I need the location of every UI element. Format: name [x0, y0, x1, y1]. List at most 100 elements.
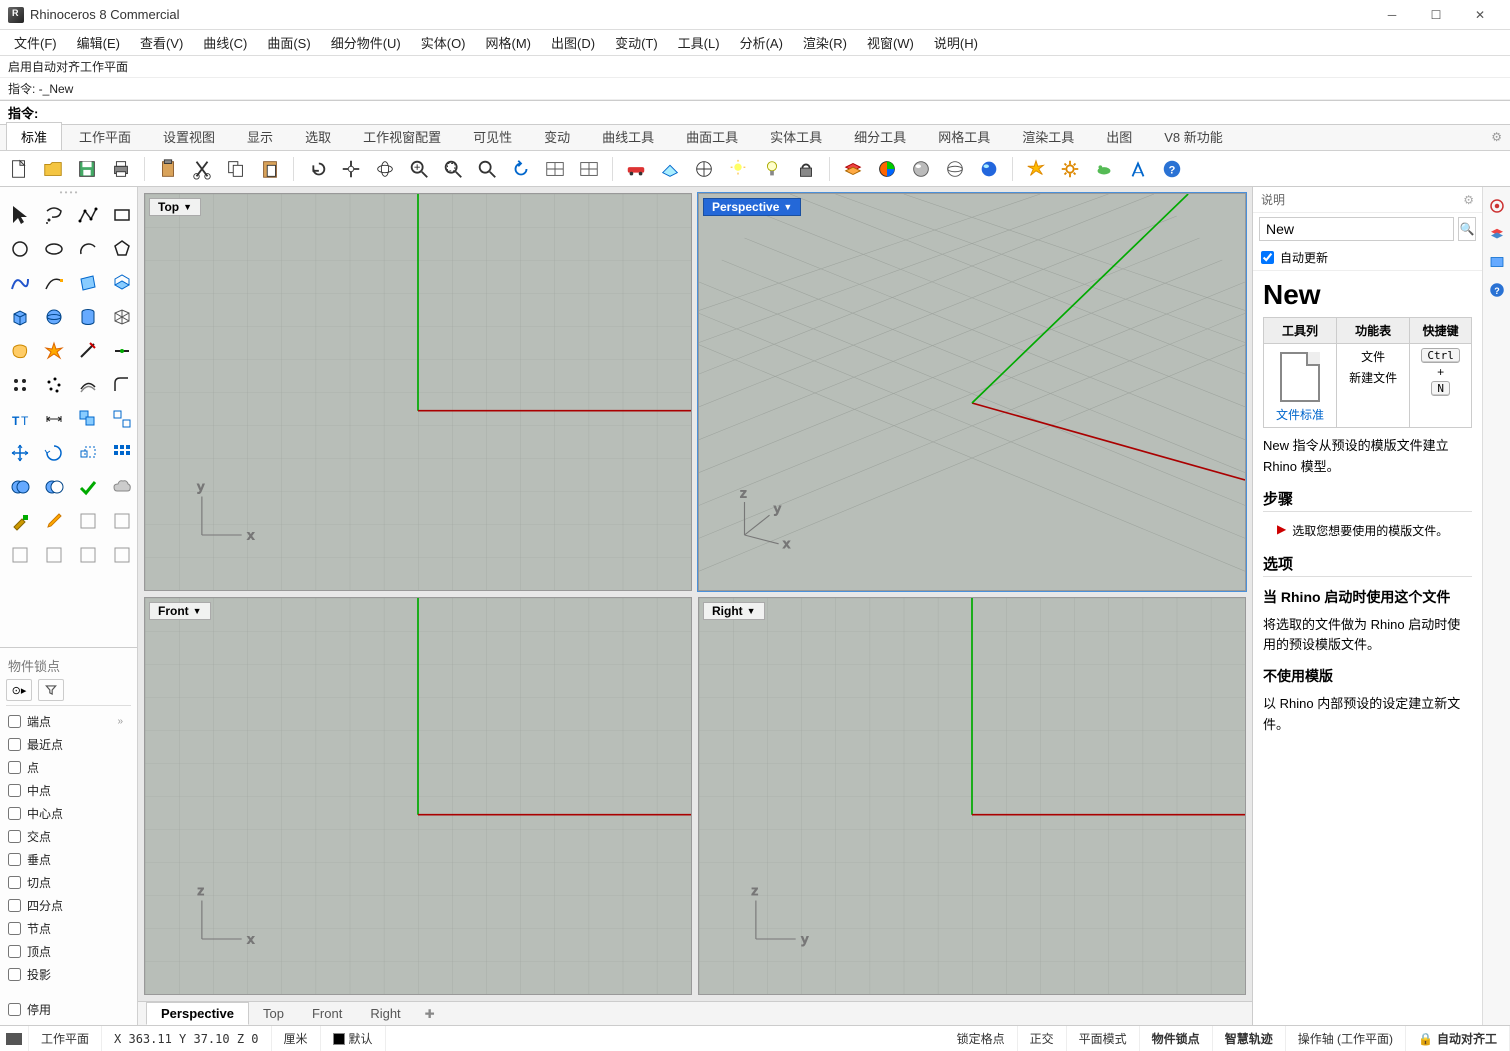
close-button[interactable]: ✕: [1458, 1, 1502, 29]
toolbar-settings-gear-icon[interactable]: ⚙: [1491, 130, 1502, 144]
menu-item[interactable]: 分析(A): [730, 30, 793, 55]
join-tool[interactable]: [106, 335, 138, 367]
viewport-title-right[interactable]: Right▼: [703, 602, 765, 620]
car-icon-button[interactable]: [621, 154, 651, 184]
copy-button[interactable]: [221, 154, 251, 184]
status-toggle[interactable]: 正交: [1018, 1026, 1067, 1051]
tool-button[interactable]: [4, 539, 36, 571]
toolbar-tab[interactable]: 可见性: [458, 122, 527, 150]
cut-button[interactable]: [187, 154, 217, 184]
scale-tool[interactable]: [72, 437, 104, 469]
ellipse-tool[interactable]: [38, 233, 70, 265]
pointer-tool[interactable]: [4, 199, 36, 231]
help-auto-update-checkbox[interactable]: 自动更新: [1253, 245, 1482, 271]
viewport-right[interactable]: Right▼ yz: [698, 597, 1246, 995]
cplane-button[interactable]: [655, 154, 685, 184]
menu-item[interactable]: 说明(H): [924, 30, 988, 55]
zoom-extents-button[interactable]: [472, 154, 502, 184]
osnap-item[interactable]: 中心点: [6, 802, 131, 825]
view-tab[interactable]: Right: [356, 1003, 414, 1024]
status-cplane[interactable]: 工作平面: [29, 1026, 102, 1051]
point-light-button[interactable]: [723, 154, 753, 184]
surface-tool[interactable]: [72, 267, 104, 299]
viewport-title-perspective[interactable]: Perspective▼: [703, 198, 801, 216]
layers-panel-icon[interactable]: [1486, 223, 1508, 245]
maximize-button[interactable]: ☐: [1414, 1, 1458, 29]
extrude-tool[interactable]: [106, 267, 138, 299]
point-tool[interactable]: [4, 369, 36, 401]
sphere-tool[interactable]: [38, 301, 70, 333]
toolbar-tab[interactable]: 曲面工具: [671, 122, 753, 150]
menu-item[interactable]: 编辑(E): [67, 30, 130, 55]
curve2-tool[interactable]: [38, 267, 70, 299]
menu-item[interactable]: 工具(L): [668, 30, 730, 55]
print-button[interactable]: [106, 154, 136, 184]
rectangle-tool[interactable]: [106, 199, 138, 231]
gripper-icon[interactable]: • • • •: [0, 187, 137, 197]
properties-panel-icon[interactable]: [1486, 195, 1508, 217]
help-button[interactable]: ?: [1157, 154, 1187, 184]
subd-tool[interactable]: [4, 335, 36, 367]
ungroup-tool[interactable]: [106, 403, 138, 435]
undo-view-button[interactable]: [506, 154, 536, 184]
menu-item[interactable]: 出图(D): [541, 30, 605, 55]
status-toggle[interactable]: 🔒自动对齐工: [1406, 1026, 1510, 1051]
toolbar-tab[interactable]: 实体工具: [755, 122, 837, 150]
viewport-title-front[interactable]: Front▼: [149, 602, 211, 620]
cylinder-tool[interactable]: [72, 301, 104, 333]
array-tool[interactable]: [106, 437, 138, 469]
viewport-perspective[interactable]: Perspective▼ xyz: [698, 193, 1246, 591]
toolbar-tab[interactable]: 变动: [529, 122, 585, 150]
fillet-tool[interactable]: [106, 369, 138, 401]
pan-button[interactable]: [336, 154, 366, 184]
menu-item[interactable]: 网格(M): [476, 30, 542, 55]
new-file-button[interactable]: [4, 154, 34, 184]
osnap-item[interactable]: 点: [6, 756, 131, 779]
render-button[interactable]: [974, 154, 1004, 184]
cloud-tool[interactable]: [106, 471, 138, 503]
tool-button[interactable]: [38, 539, 70, 571]
minimize-button[interactable]: ─: [1370, 1, 1414, 29]
status-record-icon[interactable]: [0, 1026, 29, 1051]
view-tab[interactable]: Front: [298, 1003, 356, 1024]
menu-item[interactable]: 曲线(C): [193, 30, 257, 55]
status-toggle[interactable]: 智慧轨迹: [1213, 1026, 1286, 1051]
boolean-union-tool[interactable]: [4, 471, 36, 503]
copy-clipboard-button[interactable]: [153, 154, 183, 184]
toolbar-tab[interactable]: 工作平面: [64, 122, 146, 150]
display-panel-icon[interactable]: [1486, 251, 1508, 273]
menu-item[interactable]: 变动(T): [605, 30, 668, 55]
mesh-tool[interactable]: [106, 301, 138, 333]
points-multi-tool[interactable]: [38, 369, 70, 401]
polyline-tool[interactable]: [72, 199, 104, 231]
4view-button[interactable]: [574, 154, 604, 184]
explosion-button[interactable]: [1021, 154, 1051, 184]
osnap-item[interactable]: 顶点: [6, 940, 131, 963]
zoom-dynamic-button[interactable]: [404, 154, 434, 184]
osnap-item[interactable]: 中点: [6, 779, 131, 802]
paste-button[interactable]: [255, 154, 285, 184]
move-tool[interactable]: [4, 437, 36, 469]
osnap-mode-button[interactable]: ⊙▸: [6, 679, 32, 701]
menu-item[interactable]: 细分物件(U): [321, 30, 411, 55]
toolbar-tab[interactable]: 显示: [232, 122, 288, 150]
help-panel-icon[interactable]: ?: [1486, 279, 1508, 301]
boolean-diff-tool[interactable]: [38, 471, 70, 503]
tool-button[interactable]: [72, 505, 104, 537]
undo-button[interactable]: [302, 154, 332, 184]
toolbar-tab[interactable]: 曲线工具: [587, 122, 669, 150]
set-cplane-button[interactable]: [689, 154, 719, 184]
drafting-button[interactable]: [1123, 154, 1153, 184]
osnap-filter-button[interactable]: [38, 679, 64, 701]
osnap-item[interactable]: 四分点: [6, 894, 131, 917]
group-tool[interactable]: [72, 403, 104, 435]
toolbar-tab[interactable]: 出图: [1091, 122, 1147, 150]
status-layer[interactable]: 默认: [321, 1026, 386, 1051]
layers-button[interactable]: [838, 154, 868, 184]
toolbar-tab[interactable]: 设置视图: [148, 122, 230, 150]
view-tab[interactable]: Perspective: [146, 1002, 249, 1025]
menu-item[interactable]: 曲面(S): [257, 30, 320, 55]
eyedrop-tool[interactable]: [38, 505, 70, 537]
add-view-tab-button[interactable]: ✚: [415, 1004, 445, 1024]
tool-button[interactable]: [72, 539, 104, 571]
